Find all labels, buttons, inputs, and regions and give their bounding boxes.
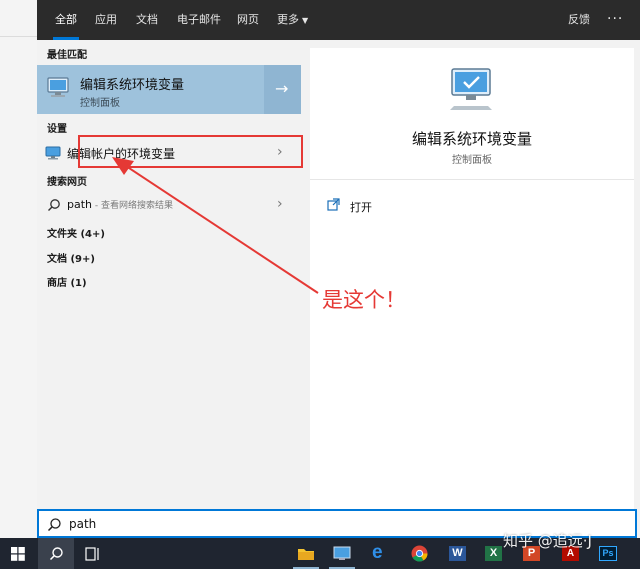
chrome-button[interactable] xyxy=(404,538,436,569)
start-button[interactable] xyxy=(0,538,36,569)
file-explorer-icon xyxy=(298,549,314,560)
annotation-arrow xyxy=(112,157,319,294)
file-explorer-button[interactable] xyxy=(290,538,322,569)
watermark: 知乎 @追远·J xyxy=(503,532,592,550)
word-icon: W xyxy=(449,546,466,561)
task-view-icon xyxy=(85,547,99,561)
control-panel-icon xyxy=(333,546,351,560)
windows-logo-icon xyxy=(11,547,25,561)
excel-icon: X xyxy=(485,546,502,561)
edge-icon: e xyxy=(372,542,383,563)
annotation-text: 是这个！ xyxy=(322,288,406,312)
search-icon xyxy=(49,547,63,561)
control-panel-button[interactable] xyxy=(326,538,358,569)
photoshop-icon: Ps xyxy=(599,546,617,561)
edge-button[interactable]: e xyxy=(366,538,398,569)
task-view-button[interactable] xyxy=(76,538,110,569)
taskbar-search-button[interactable] xyxy=(38,538,74,569)
search-icon xyxy=(47,518,61,532)
search-input[interactable]: path xyxy=(69,517,96,531)
word-button[interactable]: W xyxy=(442,538,474,569)
chrome-icon xyxy=(411,545,428,562)
photoshop-button[interactable]: Ps xyxy=(592,538,624,569)
